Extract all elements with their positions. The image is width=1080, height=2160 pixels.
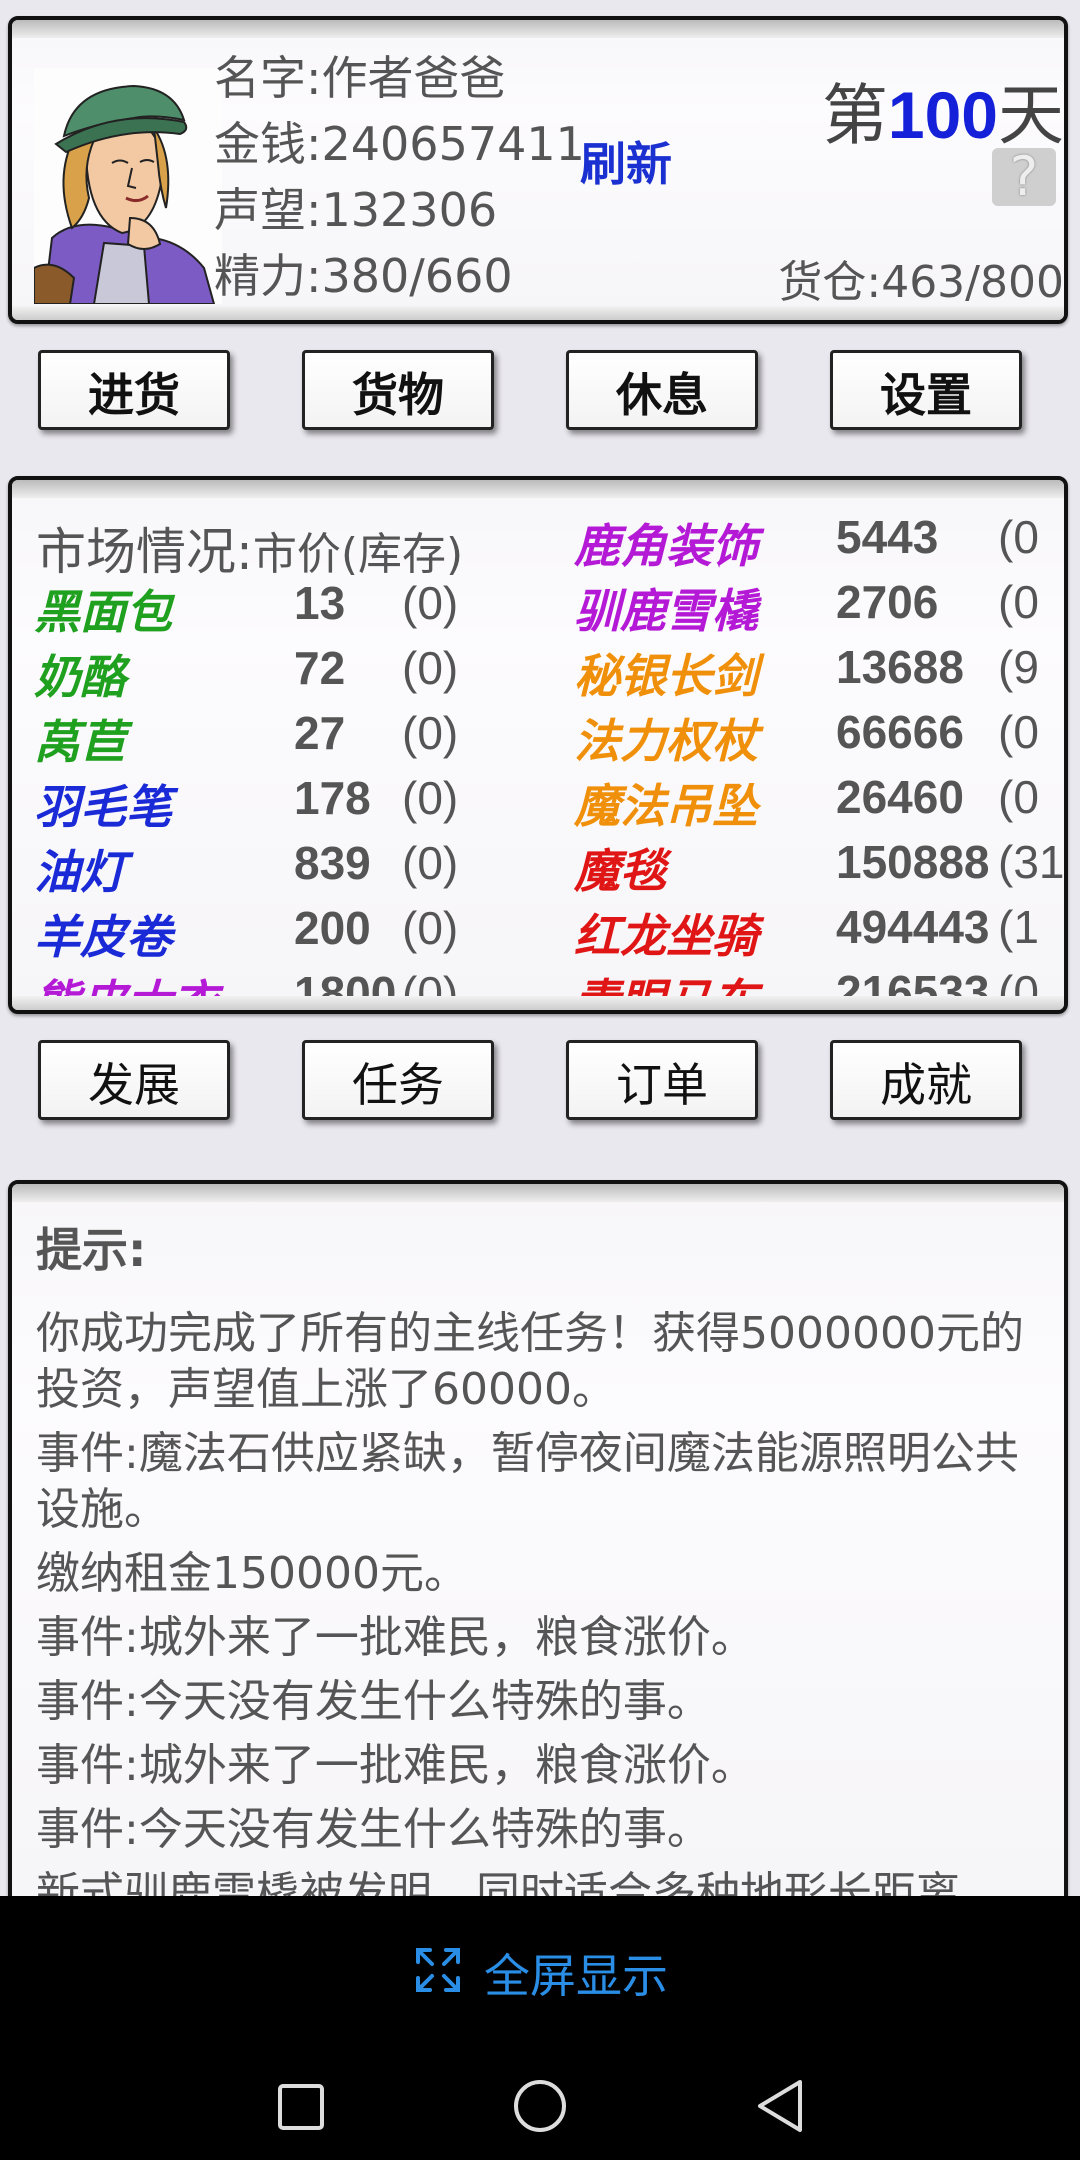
item-stock: (0 (998, 706, 1039, 758)
day-prefix: 第 (821, 77, 888, 154)
item-price: 27 (294, 707, 346, 759)
orders-button[interactable]: 订单 (566, 1040, 758, 1120)
item-price: 494443 (836, 901, 990, 953)
item-price: 13688 (836, 641, 964, 693)
item-name: 羊皮卷 (34, 910, 172, 964)
recent-apps-icon[interactable] (276, 2082, 326, 2132)
item-price: 2706 (836, 576, 939, 628)
item-name: 油灯 (34, 845, 126, 899)
item-name: 魔法吊坠 (574, 779, 758, 833)
item-stock: (0 (998, 511, 1039, 563)
panel-bottom-band (12, 996, 1064, 1010)
item-price: 26460 (836, 771, 964, 823)
tip-line: 缴纳租金150000元。 (36, 1548, 468, 1599)
item-name: 秘银长剑 (574, 649, 758, 703)
item-price: 178 (294, 772, 371, 824)
tip-line: 事件:魔法石供应紧缺，暂停夜间魔法能源照明公共设施。 (36, 1428, 1019, 1535)
fullscreen-icon (416, 1948, 460, 1992)
item-stock: (0) (402, 642, 459, 694)
back-icon[interactable] (754, 2078, 806, 2134)
item-price: 13 (294, 577, 346, 629)
item-stock: (0 (998, 576, 1039, 628)
merchant-portrait (34, 68, 222, 304)
item-stock: (0) (402, 707, 459, 759)
item-price: 150888 (836, 836, 990, 888)
rest-button[interactable]: 休息 (566, 350, 758, 430)
market-title: 市场情况: (36, 523, 253, 581)
tip-line: 你成功完成了所有的主线任务！获得5000000元的投资，声望值上涨了60000。 (36, 1308, 1024, 1415)
item-stock: (0 (998, 771, 1039, 823)
item-name: 红龙坐骑 (574, 909, 758, 963)
tip-line: 事件:城外来了一批难民，粮食涨价。 (36, 1612, 755, 1663)
panel-bottom-band (12, 306, 1064, 320)
item-name: 魔毯 (574, 844, 666, 898)
fullscreen-label[interactable]: 全屏显示 (484, 1940, 668, 2006)
item-price: 72 (294, 642, 346, 694)
item-name: 驯鹿雪橇 (574, 584, 758, 638)
panel-top-band (12, 1184, 1064, 1202)
item-name: 法力权杖 (574, 714, 758, 768)
item-name: 鹿角装饰 (574, 519, 758, 573)
item-stock: (9 (998, 641, 1039, 693)
item-price: 5443 (836, 511, 939, 563)
item-name: 黑面包 (34, 585, 172, 639)
item-price: 839 (294, 837, 371, 889)
refresh-button[interactable]: 刷新 (580, 128, 672, 194)
tip-line: 事件:今天没有发生什么特殊的事。 (36, 1804, 711, 1855)
item-price: 200 (294, 902, 371, 954)
storage-capacity: 货仓:463/800 (778, 257, 1064, 308)
tips-title: 提示: (36, 1223, 147, 1277)
development-button[interactable]: 发展 (38, 1040, 230, 1120)
system-navigation-bar (0, 2056, 1080, 2160)
help-icon[interactable]: ? (992, 148, 1056, 206)
achievements-button[interactable]: 成就 (830, 1040, 1022, 1120)
settings-button[interactable]: 设置 (830, 350, 1022, 430)
goods-button[interactable]: 货物 (302, 350, 494, 430)
item-stock: (0) (402, 837, 459, 889)
market-panel[interactable]: 市场情况:市价(库存) 黑面包 13 (0) 奶酪 72 (0) 莴苣 27 (0) 羽毛笔 178… (8, 476, 1068, 1014)
fullscreen-bar[interactable]: 全屏显示 (0, 1896, 1080, 2056)
home-icon[interactable] (512, 2078, 568, 2134)
tasks-button[interactable]: 任务 (302, 1040, 494, 1120)
item-name: 莴苣 (34, 715, 126, 769)
panel-top-band (12, 480, 1064, 498)
item-stock: (1 (998, 901, 1039, 953)
item-stock: (0) (402, 902, 459, 954)
energy-value: 精力:380/660 (214, 249, 513, 303)
money-value: 金钱:240657411 (214, 117, 585, 171)
reputation-value: 声望:132306 (214, 183, 498, 237)
item-stock: (0) (402, 577, 459, 629)
tip-line: 事件:今天没有发生什么特殊的事。 (36, 1676, 711, 1727)
panel-top-band (12, 20, 1064, 38)
market-subtitle: 市价(库存) (252, 529, 464, 580)
tips-panel[interactable]: 提示: 你成功完成了所有的主线任务！获得5000000元的投资，声望值上涨了60… (8, 1180, 1068, 1908)
status-panel: 名字:作者爸爸 金钱:240657411 刷新 声望:132306 精力:380… (8, 16, 1068, 324)
day-counter: 第100天 (822, 62, 1064, 158)
item-stock: (0) (402, 772, 459, 824)
market-header: 市场情况:市价(库存) (36, 512, 463, 584)
item-price: 66666 (836, 706, 964, 758)
day-suffix: 天 (998, 77, 1064, 154)
tip-line: 事件:城外来了一批难民，粮食涨价。 (36, 1740, 755, 1791)
purchase-button[interactable]: 进货 (38, 350, 230, 430)
item-stock: (31 (998, 836, 1065, 888)
day-number: 100 (887, 78, 998, 152)
player-name: 名字:作者爸爸 (214, 51, 506, 105)
tips-log[interactable]: 你成功完成了所有的主线任务！获得5000000元的投资，声望值上涨了60000。… (36, 1306, 1056, 1904)
item-name: 羽毛笔 (34, 780, 172, 834)
item-name: 奶酪 (34, 650, 126, 704)
